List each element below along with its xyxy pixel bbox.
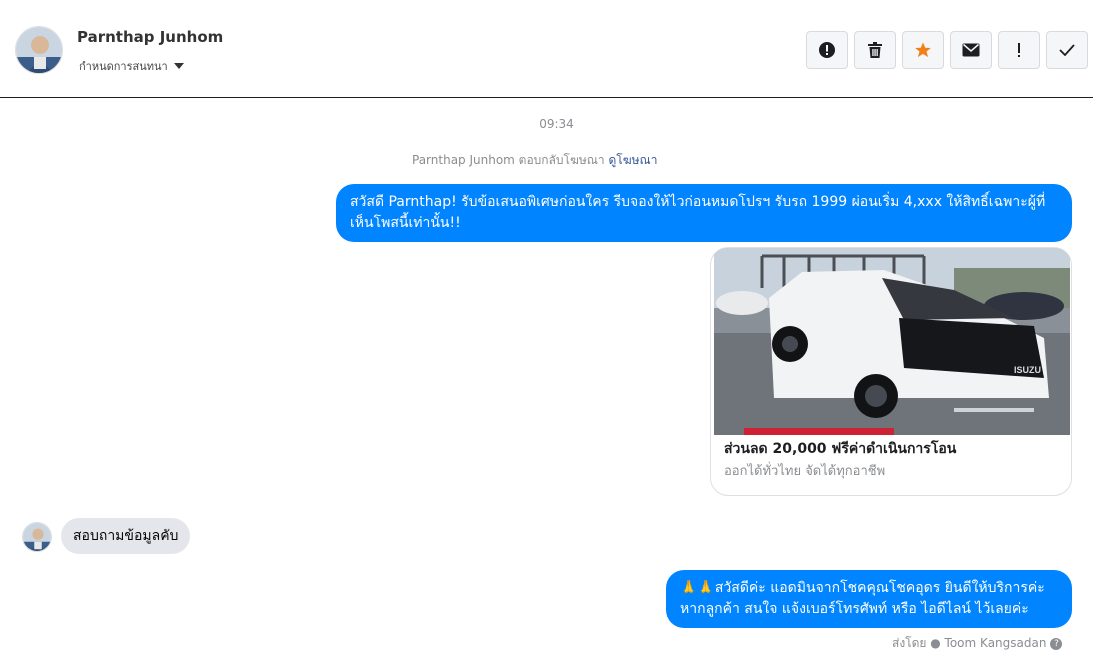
mark-done-button[interactable] (1046, 31, 1088, 69)
delete-button[interactable] (854, 31, 896, 69)
sent-by-text: ส่งโดย ● Toom Kangsadan (892, 636, 1047, 650)
ad-card-image: ISUZU (714, 248, 1070, 435)
exclamation-icon (1018, 43, 1020, 57)
message-timestamp: 09:34 (539, 117, 574, 131)
toolbar (806, 31, 1088, 69)
check-icon (1059, 44, 1075, 56)
report-button[interactable] (806, 31, 848, 69)
ad-card-title: ส่วนลด 20,000 ฟรีค่าดำเนินการโอน (724, 441, 957, 457)
caret-down-icon (173, 63, 184, 69)
contact-name: Parnthap Junhom (77, 28, 224, 46)
ad-card[interactable]: ISUZU ส่วนลด 20,000 ฟรีค่าดำเนินการโอน อ… (710, 247, 1072, 496)
mark-unread-button[interactable] (950, 31, 992, 69)
exclamation-circle-icon (819, 42, 835, 58)
conversation-header: Parnthap Junhom กำหนดการสนทนา (0, 0, 1093, 98)
ad-reply-note: Parnthap Junhom ตอบกลับโฆษณา ดูโฆษณา (412, 151, 657, 170)
incoming-message: สอบถามข้อมูลคับ (61, 518, 191, 554)
trash-icon (868, 42, 882, 58)
conversation-menu-label: กำหนดการสนทนา (79, 60, 168, 73)
avatar[interactable] (15, 26, 63, 74)
help-icon[interactable]: ? (1050, 637, 1063, 650)
ad-reply-text: Parnthap Junhom ตอบกลับโฆษณา (412, 153, 605, 167)
avatar (22, 522, 52, 552)
star-button[interactable] (902, 31, 944, 69)
envelope-icon (962, 43, 980, 57)
sent-by-note: ส่งโดย ● Toom Kangsadan ? (892, 634, 1063, 653)
ad-card-subtitle: ออกได้ทั่วไทย จัดได้ทุกอาชีพ (724, 464, 886, 479)
view-ad-link[interactable]: ดูโฆษณา (609, 153, 658, 167)
mark-spam-button[interactable] (998, 31, 1040, 69)
star-icon (915, 42, 931, 58)
conversation-menu[interactable]: กำหนดการสนทนา (79, 57, 184, 75)
outgoing-message: 🙏🙏สวัสดีค่ะ แอดมินจากโชคคุณโชคอุดร ยินดี… (666, 570, 1072, 628)
outgoing-message: สวัสดี Parnthap! รับข้อเสนอพิเศษก่อนใคร … (336, 184, 1072, 242)
brand-badge: ISUZU (1014, 365, 1041, 375)
